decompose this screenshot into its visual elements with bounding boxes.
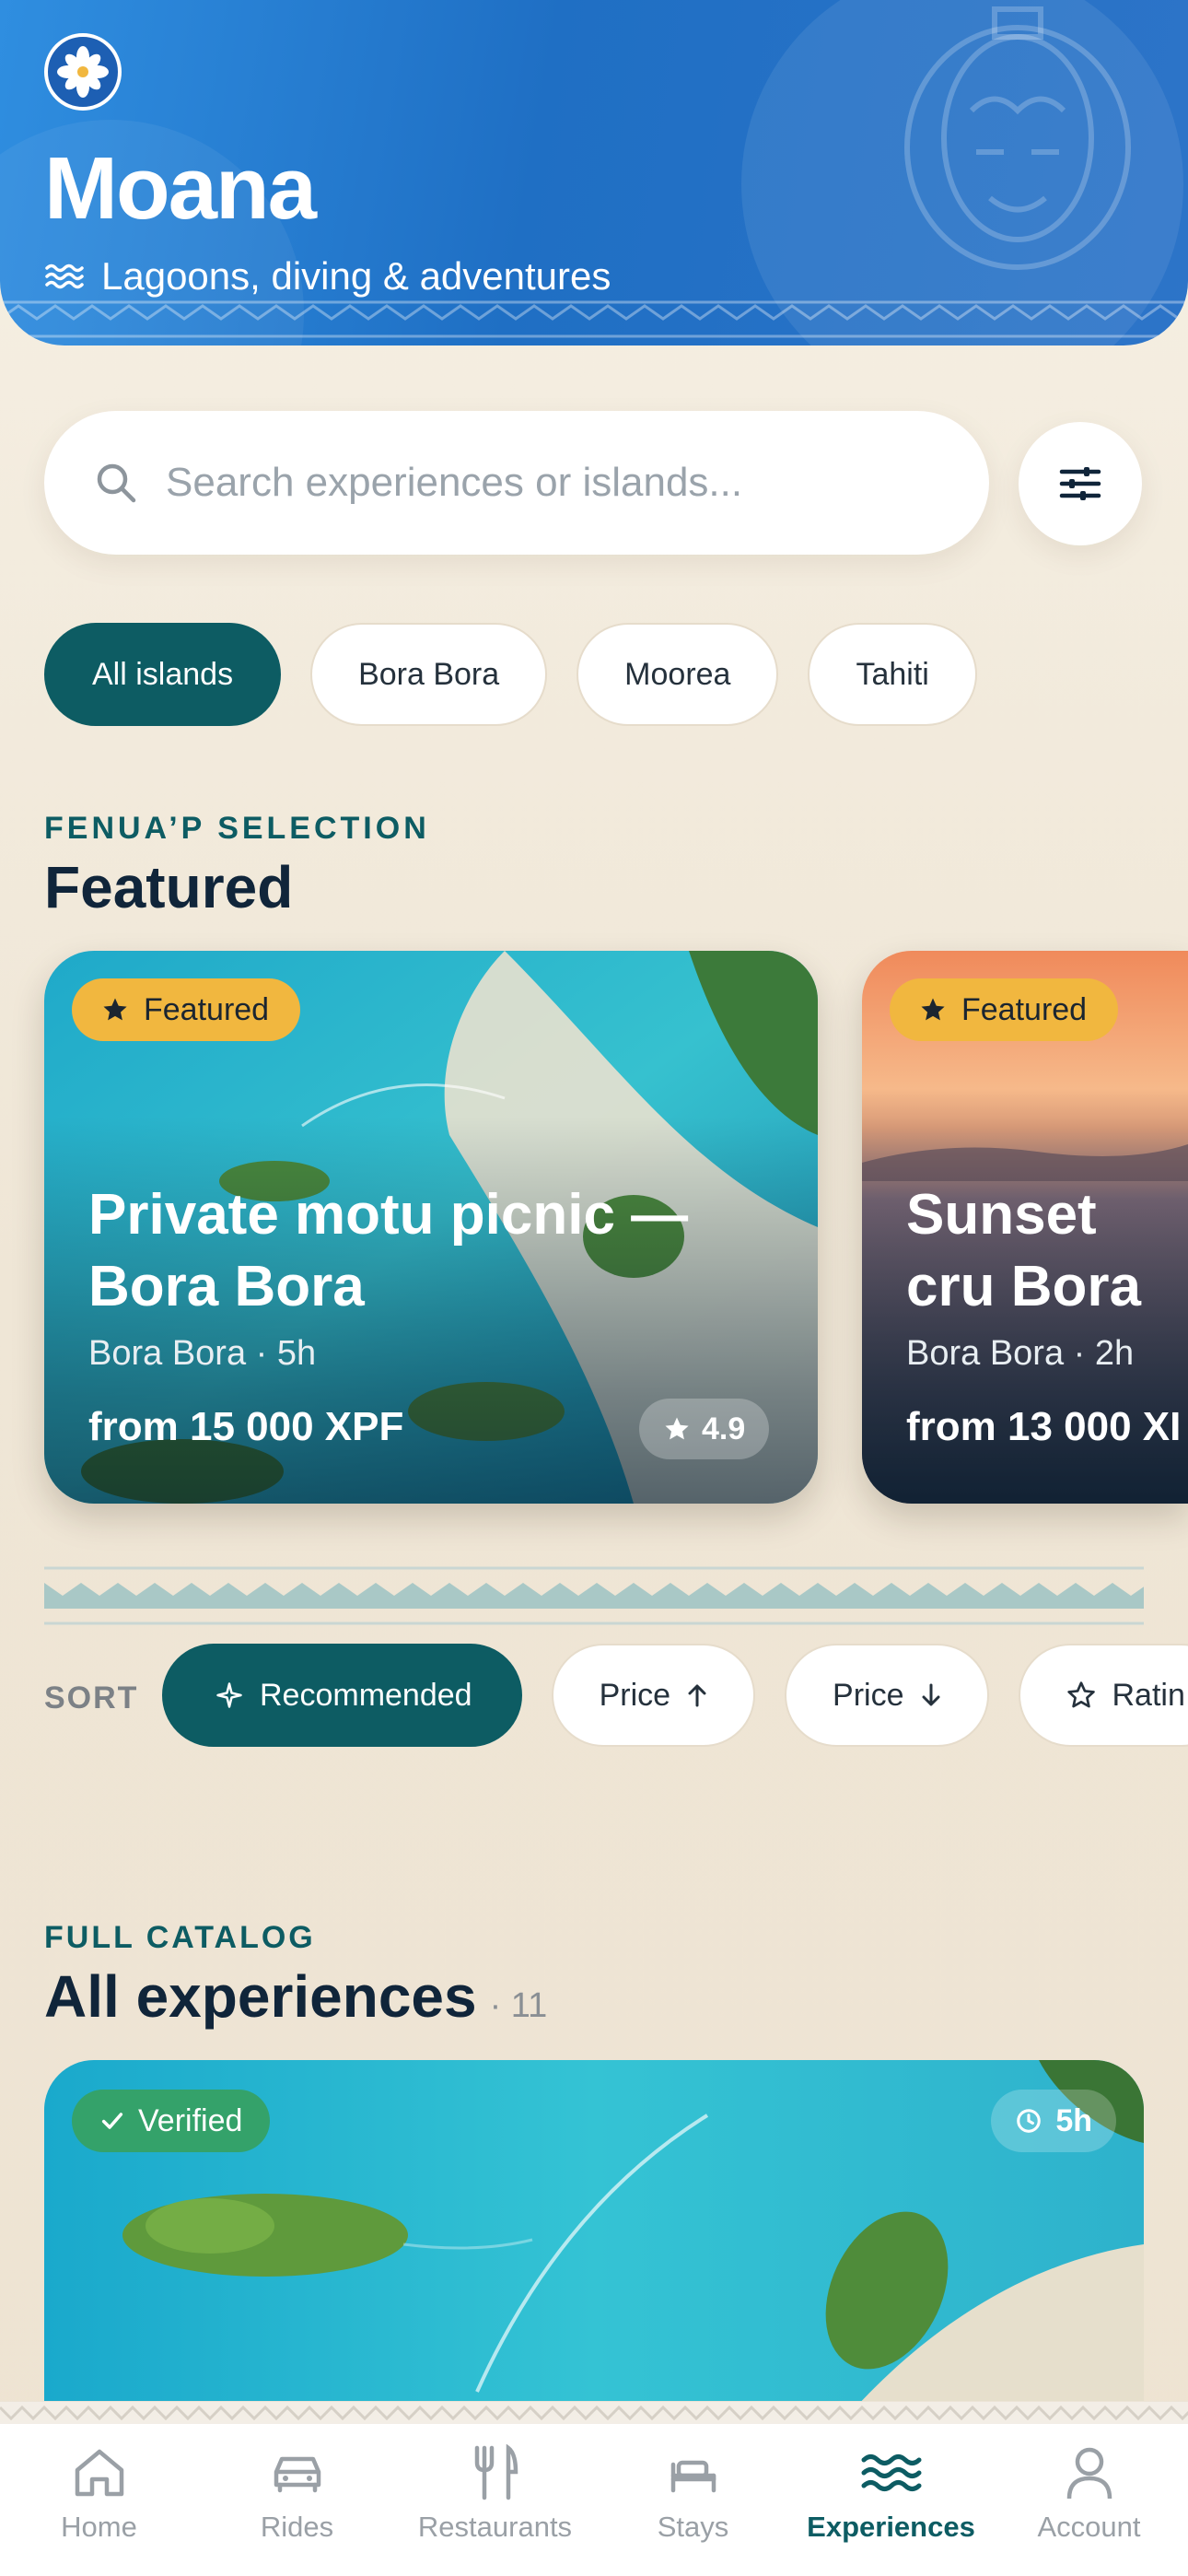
waves-icon (45, 263, 84, 289)
clock-icon (1017, 2109, 1042, 2133)
tab-restaurants[interactable]: Restaurants (396, 2444, 594, 2544)
tapa-pattern-band (0, 300, 1188, 338)
sort-price-asc[interactable]: Price (551, 1644, 756, 1747)
tab-experiences-label: Experiences (807, 2511, 975, 2543)
tagline-text: Lagoons, diving & adventures (101, 254, 611, 298)
card-meta: Bora Bora · 5h (88, 1334, 317, 1373)
tab-rides[interactable]: Rides (198, 2444, 396, 2544)
sort-price-asc-label: Price (599, 1677, 671, 1713)
home-icon (75, 2449, 123, 2497)
search-bar[interactable] (44, 411, 989, 555)
filter-button[interactable] (1019, 422, 1142, 545)
verified-badge-label: Verified (138, 2102, 243, 2138)
sort-label: SORT (44, 1680, 139, 1715)
catalog-title: All experiences · 11 (44, 1962, 547, 2031)
chip-bora-bora[interactable]: Bora Bora (310, 623, 548, 726)
sort-options: Recommended Price Price Ratin (162, 1644, 1188, 1747)
card-title: Sunset cru Bora (906, 1183, 1141, 1318)
card-title: Private motu picnic — Bora Bora (88, 1183, 689, 1318)
featured-badge: Featured (72, 978, 301, 1041)
app-logo[interactable] (44, 33, 122, 111)
tiki-mask-icon (904, 6, 1131, 270)
featured-eyebrow: FENUA’P SELECTION (44, 811, 430, 846)
featured-badge-label: Featured (961, 991, 1088, 1027)
tab-stays-label: Stays (657, 2511, 729, 2543)
tab-bar-pattern (0, 2402, 1188, 2424)
car-icon (274, 2456, 320, 2493)
tab-rides-label: Rides (260, 2511, 334, 2543)
tab-restaurants-label: Restaurants (417, 2511, 573, 2543)
tab-account-label: Account (1037, 2511, 1141, 2543)
rating-value: 4.9 (702, 1411, 746, 1446)
card-meta: Bora Bora · 2h (906, 1334, 1135, 1373)
card-price: from 15 000 XPF (88, 1404, 404, 1449)
island-filter-chips: All islands Bora Bora Moorea Tahiti (44, 623, 977, 726)
check-icon (101, 2113, 123, 2129)
featured-badge-label: Featured (144, 991, 270, 1027)
sparkle-icon (216, 1682, 242, 1708)
tab-account[interactable]: Account (990, 2444, 1188, 2544)
tapa-divider (44, 1566, 1144, 1625)
featured-card[interactable]: Featured Private motu picnic — Bora Bora… (44, 951, 818, 1504)
sort-rating-label: Ratin (1112, 1677, 1185, 1713)
duration-pill: 5h (991, 2090, 1116, 2152)
rating-pill: 4.9 (639, 1399, 770, 1459)
sort-price-desc-label: Price (833, 1677, 904, 1713)
verified-badge: Verified (72, 2090, 271, 2152)
sliders-icon (1059, 467, 1101, 500)
star-outline-icon (1066, 1681, 1095, 1708)
chip-tahiti[interactable]: Tahiti (808, 623, 977, 726)
sort-recommended[interactable]: Recommended (162, 1644, 522, 1747)
catalog-count: · 11 (489, 1986, 548, 2025)
star-icon (921, 998, 945, 1021)
tab-experiences[interactable]: Experiences (792, 2444, 990, 2544)
star-icon (665, 1417, 689, 1440)
featured-badge: Featured (890, 978, 1119, 1041)
arrow-up-icon (688, 1684, 706, 1707)
sort-price-desc[interactable]: Price (785, 1644, 989, 1747)
search-input[interactable] (166, 460, 949, 506)
bottom-tab-bar: Home Rides Restaurants Stays Experiences (0, 2401, 1188, 2576)
sort-recommended-label: Recommended (260, 1677, 472, 1713)
tab-stays[interactable]: Stays (594, 2444, 792, 2544)
waves-icon (861, 2454, 921, 2491)
tiare-flower-icon (57, 46, 109, 98)
featured-card[interactable]: Featured Sunset cru Bora Bora Bora · 2h … (862, 951, 1188, 1504)
app-tagline: Lagoons, diving & adventures (44, 254, 611, 299)
person-icon (1066, 2447, 1112, 2500)
catalog-title-text: All experiences (44, 1963, 477, 2030)
chip-moorea[interactable]: Moorea (577, 623, 779, 726)
tab-list: Home Rides Restaurants Stays Experiences (0, 2444, 1188, 2544)
featured-title: Featured (44, 854, 294, 920)
sort-rating[interactable]: Ratin (1018, 1644, 1188, 1747)
catalog-eyebrow: FULL CATALOG (44, 1920, 316, 1955)
star-icon (103, 998, 127, 1021)
app-header: Moana Lagoons, diving & adventures (0, 0, 1188, 345)
search-icon (97, 463, 136, 503)
app-title: Moana (44, 139, 317, 238)
card-price: from 13 000 XI (906, 1404, 1182, 1449)
fork-knife-icon (474, 2444, 518, 2500)
tab-home[interactable]: Home (0, 2444, 198, 2544)
duration-value: 5h (1055, 2102, 1092, 2138)
bed-icon (670, 2460, 716, 2493)
arrow-down-icon (922, 1683, 939, 1706)
chip-all-islands[interactable]: All islands (44, 623, 282, 726)
tab-home-label: Home (61, 2511, 137, 2543)
